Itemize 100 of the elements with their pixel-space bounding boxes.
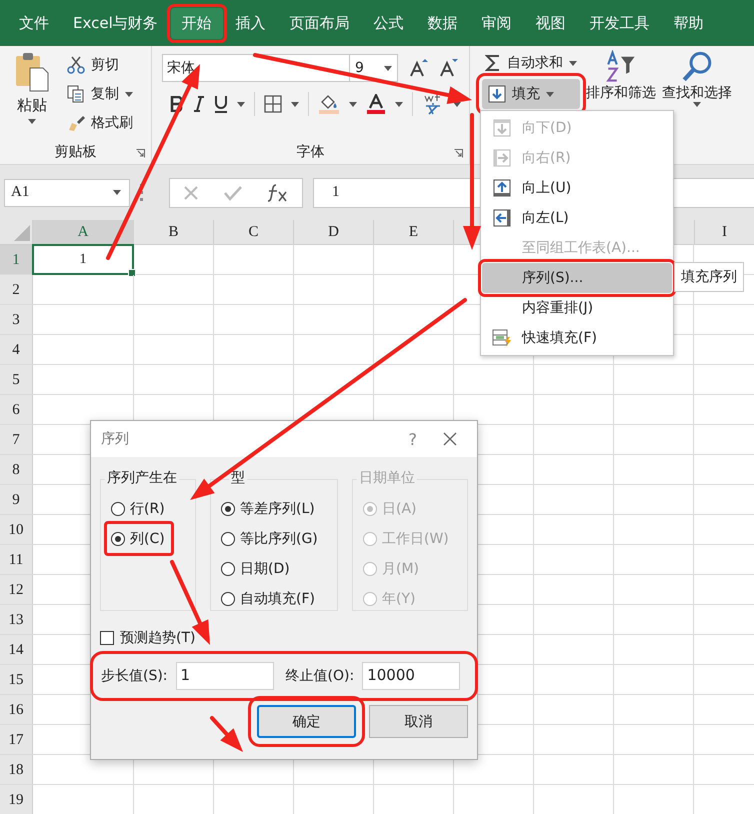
brush-icon bbox=[67, 114, 85, 132]
find-select-button[interactable]: 查找和选择 bbox=[662, 50, 732, 107]
row-header[interactable]: 15 bbox=[0, 665, 33, 694]
sigma-icon bbox=[485, 54, 501, 72]
radio-button[interactable] bbox=[111, 532, 125, 546]
caret-icon bbox=[28, 119, 36, 124]
radio-button[interactable] bbox=[221, 502, 235, 516]
group-title: 型 bbox=[229, 469, 247, 487]
paste-button[interactable]: 粘贴 bbox=[6, 52, 58, 140]
italic-icon[interactable] bbox=[193, 96, 205, 112]
underline-icon[interactable] bbox=[214, 95, 228, 113]
row-header[interactable]: 10 bbox=[0, 515, 33, 544]
font-name-field[interactable]: 宋体 bbox=[162, 54, 350, 82]
close-icon[interactable] bbox=[443, 432, 457, 446]
ribbon-tab[interactable]: 公式 bbox=[362, 8, 415, 38]
column-header[interactable]: E bbox=[374, 220, 454, 244]
caret-icon bbox=[237, 102, 245, 106]
font-size-field[interactable]: 9 bbox=[350, 54, 398, 82]
field-label: 终止值(O): bbox=[286, 667, 354, 685]
row-header[interactable]: 2 bbox=[0, 275, 33, 304]
font-color-icon[interactable] bbox=[366, 94, 386, 114]
caret-icon bbox=[569, 60, 577, 66]
radio-option[interactable]: 列(C) bbox=[104, 521, 174, 556]
dialog-launcher-icon[interactable] bbox=[136, 149, 145, 158]
ribbon-tab[interactable]: 帮助 bbox=[662, 8, 715, 38]
ribbon-tab[interactable]: 插入 bbox=[224, 8, 277, 38]
clipboard-button[interactable]: 复制 bbox=[64, 81, 136, 107]
menu-item[interactable]: 快速填充(F) bbox=[482, 323, 672, 353]
row-header[interactable]: 12 bbox=[0, 575, 33, 604]
row-header[interactable]: 17 bbox=[0, 725, 33, 754]
field-label: 步长值(S): bbox=[101, 667, 168, 685]
ribbon-tab[interactable]: 开始 bbox=[170, 8, 223, 38]
radio-button[interactable] bbox=[221, 532, 235, 546]
autosum-button[interactable]: 自动求和 bbox=[482, 50, 580, 76]
bold-icon[interactable] bbox=[170, 96, 184, 112]
caret-icon bbox=[693, 102, 701, 107]
row-header[interactable]: 6 bbox=[0, 395, 33, 424]
menu-item[interactable]: 序列(S)... bbox=[482, 263, 672, 293]
dialog-title: 序列 bbox=[101, 430, 130, 448]
function-icon[interactable] bbox=[267, 184, 290, 202]
checkbox-option[interactable]: 预测趋势(T) bbox=[100, 629, 468, 647]
ribbon-tab[interactable]: 文件 bbox=[8, 8, 60, 38]
group-label: 字体 bbox=[296, 143, 324, 161]
column-header[interactable]: I bbox=[694, 220, 754, 244]
clipboard-button[interactable]: 剪切 bbox=[64, 52, 136, 78]
caret-icon bbox=[546, 92, 554, 96]
sort-filter-button[interactable]: 排序和筛选 bbox=[586, 50, 656, 102]
borders-icon[interactable] bbox=[264, 95, 282, 113]
radio-button[interactable] bbox=[221, 562, 235, 576]
column-header[interactable]: B bbox=[134, 220, 214, 244]
input-field[interactable]: 1 bbox=[176, 662, 274, 690]
help-button[interactable]: ? bbox=[408, 430, 417, 448]
ribbon-tab[interactable]: 开发工具 bbox=[578, 8, 661, 38]
ribbon-tab[interactable]: 审阅 bbox=[470, 8, 523, 38]
group-title: 序列产生在 bbox=[105, 469, 179, 487]
copy-icon bbox=[67, 85, 85, 103]
row-header[interactable]: 19 bbox=[0, 785, 33, 814]
check-icon[interactable] bbox=[224, 184, 242, 200]
ribbon-tab[interactable]: 页面布局 bbox=[278, 8, 361, 38]
caret-icon bbox=[291, 102, 299, 106]
row-header[interactable]: 13 bbox=[0, 605, 33, 634]
row-header[interactable]: 5 bbox=[0, 365, 33, 394]
fill-color-icon[interactable] bbox=[318, 94, 340, 114]
clipboard-button[interactable]: 格式刷 bbox=[64, 110, 136, 136]
arrow-right-icon bbox=[493, 149, 511, 167]
dialog-launcher-icon[interactable] bbox=[454, 149, 463, 158]
row-header[interactable]: 14 bbox=[0, 635, 33, 664]
row-header[interactable]: 11 bbox=[0, 545, 33, 574]
shrink-font-icon[interactable] bbox=[438, 58, 458, 78]
clipboard-icon bbox=[14, 52, 50, 92]
input-field[interactable]: 10000 bbox=[362, 662, 460, 690]
grip-icon bbox=[140, 184, 143, 201]
menu-item[interactable]: 内容重排(J) bbox=[482, 293, 672, 323]
fill-down-icon bbox=[488, 85, 506, 103]
row-header[interactable]: 8 bbox=[0, 455, 33, 484]
column-header[interactable]: A bbox=[33, 220, 134, 244]
ribbon-tab[interactable]: Excel与财务 bbox=[62, 8, 169, 38]
row-header[interactable]: 16 bbox=[0, 695, 33, 724]
row-header[interactable]: 3 bbox=[0, 305, 33, 334]
grow-font-icon[interactable] bbox=[408, 58, 428, 78]
row-header[interactable]: 7 bbox=[0, 425, 33, 454]
name-box[interactable]: A1 bbox=[4, 178, 130, 206]
ribbon-tab[interactable]: 数据 bbox=[416, 8, 469, 38]
radio-button[interactable] bbox=[111, 502, 125, 516]
caret-icon bbox=[113, 190, 121, 195]
arrow-left-icon bbox=[493, 209, 511, 227]
fill-button[interactable]: 填充 bbox=[482, 79, 580, 109]
radio-button[interactable] bbox=[221, 592, 235, 606]
column-header[interactable]: D bbox=[294, 220, 374, 244]
ribbon-tab[interactable]: 视图 bbox=[524, 8, 577, 38]
dialog-button[interactable]: 取消 bbox=[369, 705, 468, 738]
arrow-up-icon bbox=[493, 179, 511, 197]
row-header[interactable]: 9 bbox=[0, 485, 33, 514]
flash-fill-icon bbox=[492, 329, 512, 347]
tooltip: 填充序列 bbox=[674, 262, 744, 292]
column-header[interactable]: C bbox=[214, 220, 294, 244]
row-header[interactable]: 4 bbox=[0, 335, 33, 364]
row-header[interactable]: 18 bbox=[0, 755, 33, 784]
row-header[interactable]: 1 bbox=[0, 245, 33, 274]
checkbox[interactable] bbox=[100, 631, 114, 645]
